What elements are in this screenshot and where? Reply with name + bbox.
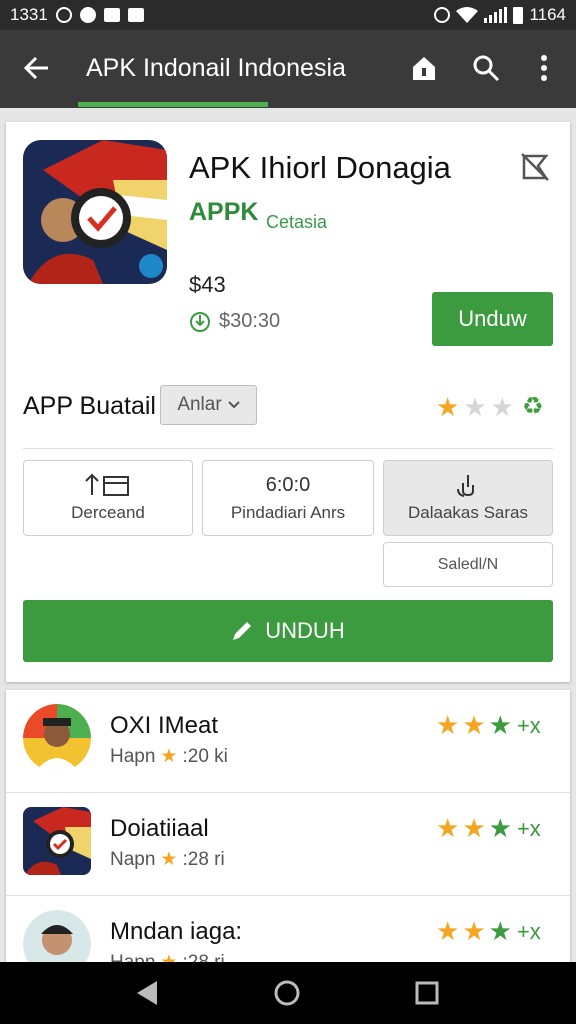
tile-label: Derceand xyxy=(71,503,145,522)
list-item-rating: ★ ★ ★ +x xyxy=(436,916,541,947)
list-item-title: Doiatiiaal xyxy=(110,815,209,842)
star-icon: ★ xyxy=(462,710,486,740)
chevron-down-icon xyxy=(227,401,240,409)
calendar-icon xyxy=(85,473,129,496)
list-item-rating: ★ ★ ★ +x xyxy=(436,813,541,844)
star-icon: ★ xyxy=(462,916,486,946)
messenger-icon xyxy=(79,7,96,23)
download-icon xyxy=(190,311,210,332)
back-button[interactable] xyxy=(18,50,54,86)
nav-recents-button[interactable] xyxy=(412,978,442,1008)
divider xyxy=(23,448,553,449)
tile-label: Pindadiari Anrs xyxy=(230,503,346,522)
size-value: $30:30 xyxy=(219,310,281,332)
system-nav-bar xyxy=(0,962,576,1024)
status-time: 1331 xyxy=(10,5,48,24)
tab-indicator xyxy=(78,102,268,107)
triangle-back-icon xyxy=(137,981,157,1005)
home-button[interactable] xyxy=(406,50,442,86)
list-item[interactable]: Mndan iaga: Hapn ★ :28 ri ★ ★ ★ +x xyxy=(6,896,570,962)
recycle-icon: ♻ xyxy=(521,393,544,420)
star-icon: ★ xyxy=(488,813,512,843)
star-icon: ★ xyxy=(488,916,512,946)
home-icon xyxy=(413,57,435,80)
nav-home-button[interactable] xyxy=(272,978,302,1008)
star-icon: ★ xyxy=(436,710,460,740)
nav-back-button[interactable] xyxy=(132,978,162,1008)
app-title: APK Ihiorl Donagia xyxy=(189,150,451,185)
signal-icon xyxy=(484,7,508,23)
star-icon: ★ xyxy=(436,916,460,946)
size-row: $30:30 xyxy=(189,310,280,333)
app-detail-card: APK Ihiorl Donagia APPK Cetasia $43 $30:… xyxy=(6,122,570,682)
list-item[interactable]: Doiatiiaal Napn ★ :28 ri ★ ★ ★ +x xyxy=(6,793,570,896)
star-icon: ★ xyxy=(490,391,514,422)
circle-home-icon xyxy=(274,980,300,1006)
wifi-icon xyxy=(456,7,479,23)
tile-download[interactable]: Derceand xyxy=(23,460,193,536)
install-full-label: UNDUH xyxy=(265,618,345,643)
detail-label: APP Buatail xyxy=(23,392,156,420)
list-item-title: Mndan iaga: xyxy=(110,918,243,945)
pencil-icon xyxy=(233,622,252,640)
alarm-icon xyxy=(434,7,451,23)
rating-stars[interactable]: ★ ★ ★ ♻ xyxy=(436,392,543,421)
star-icon: ★ xyxy=(462,813,486,843)
star-icon: ★ xyxy=(436,391,460,422)
square-recents-icon xyxy=(415,981,439,1005)
star-icon: ★ xyxy=(160,849,178,870)
overflow-menu-button[interactable] xyxy=(526,50,562,86)
app-thumbnail xyxy=(23,807,91,875)
tile-icon xyxy=(455,473,481,497)
related-apps-list: OXI IMeat Hapn ★ :20 ki ★ ★ ★ +x Doiatii xyxy=(6,690,570,962)
search-icon xyxy=(473,55,500,82)
app-bar: APK Indonail Indonesia xyxy=(0,30,576,108)
tile-share[interactable]: Dalaakas Saras xyxy=(383,460,553,536)
battery-icon xyxy=(513,6,524,24)
star-icon: ★ xyxy=(436,813,460,843)
tile-icon xyxy=(82,473,134,497)
status-right-text: 1164 xyxy=(529,5,566,24)
sync-icon xyxy=(55,7,72,23)
status-bar: 1331 1164 xyxy=(0,0,576,30)
app-thumbnail xyxy=(23,910,91,962)
star-icon: ★ xyxy=(160,746,178,767)
star-icon: ★ xyxy=(488,710,512,740)
list-item-meta: Hapn ★ :20 ki xyxy=(110,745,228,768)
list-item-title: OXI IMeat xyxy=(110,712,219,739)
list-item[interactable]: OXI IMeat Hapn ★ :20 ki ★ ★ ★ +x xyxy=(6,690,570,793)
install-button[interactable]: Unduw xyxy=(432,292,553,346)
touch-icon xyxy=(457,475,474,497)
filter-dropdown[interactable]: Anlar xyxy=(160,385,257,425)
star-icon: ★ xyxy=(160,951,177,962)
add-icon: +x xyxy=(516,918,541,944)
list-item-rating: ★ ★ ★ +x xyxy=(436,710,541,741)
dropdown-value: Anlar xyxy=(177,394,222,415)
developer-name[interactable]: APPK xyxy=(189,198,258,227)
tile-version[interactable]: 6:0:0 Pindadiari Anrs xyxy=(202,460,374,536)
bookmark-off-icon xyxy=(521,153,549,181)
app-icon xyxy=(23,140,167,284)
star-icon: ★ xyxy=(463,391,487,422)
mail-icon xyxy=(103,8,120,22)
price: $43 xyxy=(189,272,226,297)
arrow-back-icon xyxy=(23,56,48,80)
wishlist-button[interactable] xyxy=(518,150,552,184)
list-item-meta: Hapn ★ :28 ri xyxy=(110,951,225,963)
add-icon: +x xyxy=(516,815,541,841)
page-title: APK Indonail Indonesia xyxy=(86,54,346,82)
search-button[interactable] xyxy=(468,50,504,86)
secondary-action-button[interactable]: Saledl/N xyxy=(383,542,553,587)
app-thumbnail xyxy=(23,704,91,772)
list-item-meta: Napn ★ :28 ri xyxy=(110,848,225,871)
more-vert-icon xyxy=(541,55,547,81)
developer-sub: Cetasia xyxy=(266,212,328,232)
install-full-button[interactable]: UNDUH xyxy=(23,600,553,662)
tile-value: 6:0:0 xyxy=(265,473,311,496)
download-status-icon xyxy=(127,8,144,22)
tile-label: Dalaakas Saras xyxy=(407,503,528,522)
add-icon: +x xyxy=(516,712,541,738)
